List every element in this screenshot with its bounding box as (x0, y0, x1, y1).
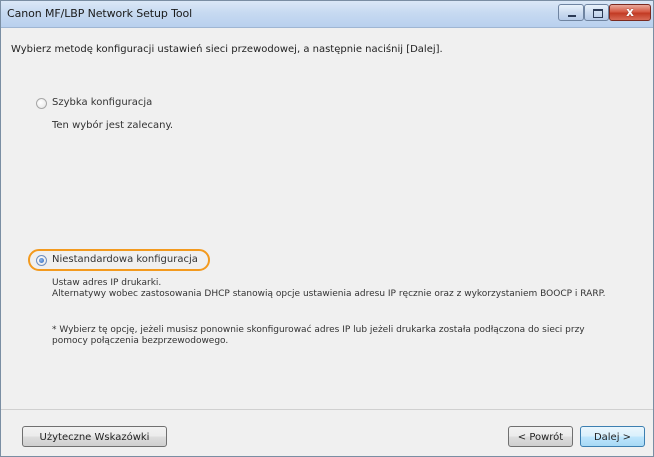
minimize-icon (568, 15, 576, 17)
close-button[interactable]: x (609, 4, 651, 21)
radio-quick-setup[interactable] (36, 98, 47, 109)
setup-window: Canon MF/LBP Network Setup Tool x Wybier… (0, 0, 654, 457)
window-title: Canon MF/LBP Network Setup Tool (7, 7, 193, 20)
option-quick-description: Ten wybór jest zalecany. (52, 120, 174, 131)
close-icon: x (626, 5, 634, 19)
footer-separator (1, 409, 653, 410)
minimize-button[interactable] (558, 4, 584, 21)
option-custom-note-1: * Wybierz tę opcję, jeżeli musisz ponown… (52, 325, 585, 335)
next-button[interactable]: Dalej > (580, 426, 645, 447)
option-custom-label[interactable]: Niestandardowa konfiguracja (52, 254, 198, 265)
option-quick-label[interactable]: Szybka konfiguracja (52, 97, 152, 108)
back-button[interactable]: < Powrót (508, 426, 573, 447)
option-custom-note-2: pomocy połączenia bezprzewodowego. (52, 336, 229, 346)
maximize-icon (593, 9, 603, 18)
option-custom-description-2: Alternatywy wobec zastosowania DHCP stan… (52, 289, 606, 299)
instruction-text: Wybierz metodę konfiguracji ustawień sie… (11, 44, 443, 55)
title-bar[interactable]: Canon MF/LBP Network Setup Tool x (1, 1, 653, 28)
radio-custom-setup[interactable] (36, 255, 47, 266)
option-custom-description-1: Ustaw adres IP drukarki. (52, 278, 162, 288)
useful-tips-button[interactable]: Użyteczne Wskazówki (22, 426, 167, 447)
maximize-button[interactable] (584, 4, 609, 21)
